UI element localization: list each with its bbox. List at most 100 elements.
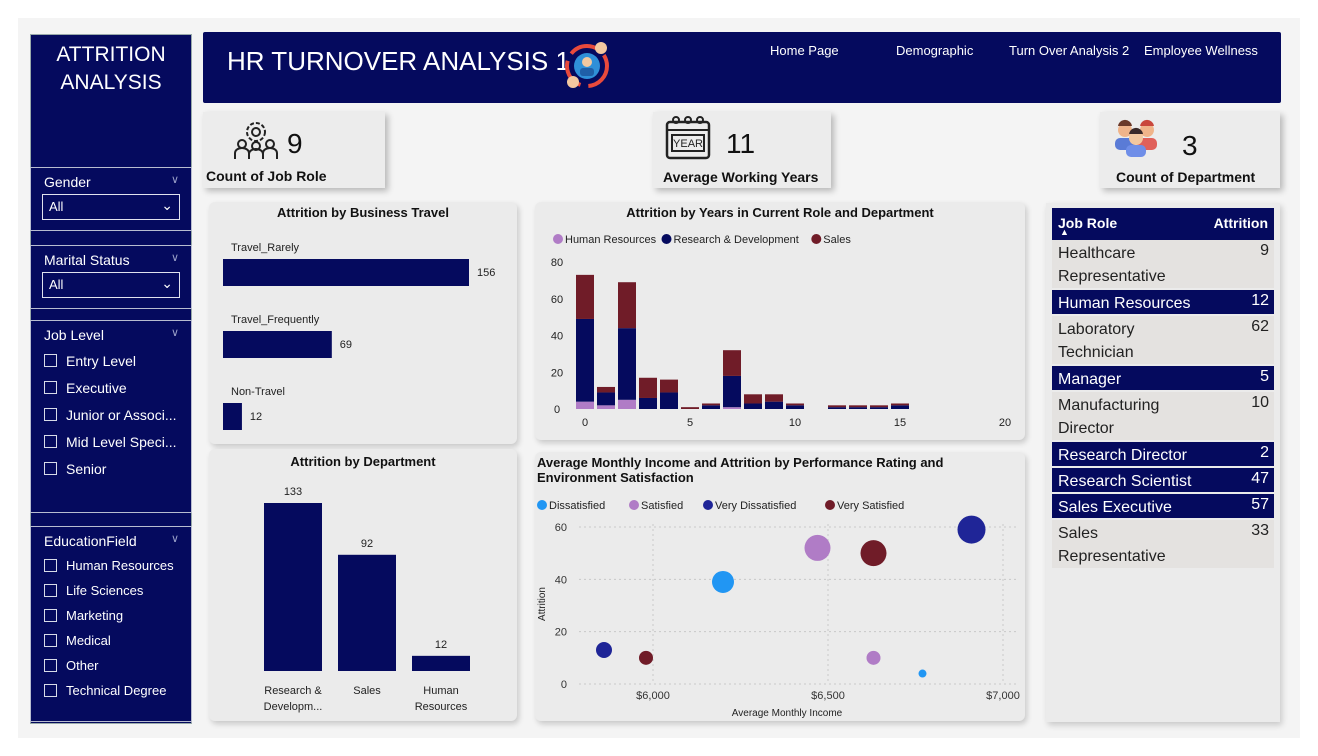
legend-label: Sales — [823, 234, 851, 246]
checkbox[interactable] — [44, 659, 57, 672]
education-option[interactable]: Human Resources — [31, 553, 191, 578]
job-level-option[interactable]: Entry Level — [31, 347, 191, 374]
bar-category-label: Travel_Frequently — [231, 314, 320, 326]
legend-marker — [553, 234, 563, 244]
table-row[interactable]: Research Director 2 — [1052, 442, 1274, 466]
chevron-down-icon: ⌄ — [161, 275, 173, 291]
option-label: Entry Level — [66, 352, 137, 369]
marital-status-dropdown[interactable]: All ⌄ — [42, 272, 180, 298]
legend-marker — [629, 500, 639, 510]
bar-data-label: 156 — [477, 267, 495, 279]
bar-segment — [744, 394, 762, 404]
table-row[interactable]: Human Resources 12 — [1052, 290, 1274, 314]
y-tick-label: 60 — [555, 522, 567, 534]
gender-slicer: Gender ∨ All ⌄ — [30, 167, 192, 231]
department-chart: Attrition by Department 133 Research & Dev… — [209, 449, 517, 721]
education-option[interactable]: Life Sciences — [31, 578, 191, 603]
kpi-department-label: Count of Department — [1116, 169, 1256, 185]
gender-dropdown[interactable]: All ⌄ — [42, 194, 180, 220]
checkbox[interactable] — [44, 435, 57, 448]
chevron-down-icon[interactable]: ∨ — [171, 173, 179, 186]
education-option[interactable]: Technical Degree — [31, 678, 191, 703]
table-row[interactable]: Sales Executive 57 — [1052, 494, 1274, 518]
chevron-down-icon[interactable]: ∨ — [171, 532, 179, 545]
checkbox[interactable] — [44, 381, 57, 394]
attrition-cell: 12 — [1251, 292, 1269, 309]
chevron-down-icon[interactable]: ∨ — [171, 251, 179, 264]
checkbox[interactable] — [44, 559, 57, 572]
kpi-working-years-value: 11 — [726, 128, 756, 159]
attrition-cell: 33 — [1251, 522, 1269, 539]
checkbox[interactable] — [44, 462, 57, 475]
bar — [223, 331, 332, 358]
checkbox[interactable] — [44, 634, 57, 647]
job-role-name-line2: Representative — [1058, 548, 1166, 565]
table-row[interactable]: Manufacturing Director 10 — [1052, 392, 1274, 440]
bar-data-label: 69 — [340, 339, 352, 351]
table-row[interactable]: Manager 5 — [1052, 366, 1274, 390]
header-bar: HR TURNOVER ANALYSIS 1 Home Page Demogra… — [203, 32, 1281, 103]
years-in-role-chart: Attrition by Years in Current Role and D… — [535, 202, 1025, 440]
scatter-point — [712, 570, 734, 593]
x-tick-label: Sales — [353, 685, 381, 697]
bar-segment — [849, 405, 867, 408]
legend-label: Satisfied — [641, 500, 683, 512]
nav-employee-wellness[interactable]: Employee Wellness — [1144, 43, 1258, 58]
job-level-option[interactable]: Executive — [31, 374, 191, 401]
bar-segment — [723, 375, 741, 408]
legend-label: Dissatisfied — [549, 500, 605, 512]
kpi-working-years-label: Average Working Years — [663, 169, 819, 185]
bar-data-label: 92 — [361, 538, 373, 550]
checkbox[interactable] — [44, 584, 57, 597]
education-option[interactable]: Medical — [31, 628, 191, 653]
job-level-option[interactable]: Mid Level Speci... — [31, 428, 191, 455]
x-tick-label: 15 — [894, 417, 906, 429]
legend-label: Very Satisfied — [837, 500, 904, 512]
kpi-card-department: 3 Count of Department — [1100, 112, 1280, 188]
calendar-icon-text: YEAR — [673, 138, 703, 150]
education-option[interactable]: Other — [31, 653, 191, 678]
bar-category-label: Travel_Rarely — [231, 242, 300, 254]
x-tick-label: $6,000 — [636, 690, 670, 702]
kpi-card-job-role: 9 Count of Job Role — [203, 112, 385, 188]
table-header: Job Role ▲ Attrition — [1052, 208, 1274, 240]
education-field-label: EducationField — [44, 533, 137, 549]
job-role-name-line1: Human Resources — [1058, 295, 1191, 312]
bar-data-label: 12 — [250, 411, 262, 423]
table-row[interactable]: Laboratory Technician 62 — [1052, 316, 1274, 364]
department-plot: 133 Research & Developm... 92 Sales 12 Human Re… — [264, 486, 470, 713]
nav-turnover-analysis-2[interactable]: Turn Over Analysis 2 — [1009, 43, 1129, 58]
column-header-attrition[interactable]: Attrition — [1214, 215, 1268, 231]
job-level-option[interactable]: Junior or Associ... — [31, 401, 191, 428]
checkbox[interactable] — [44, 354, 57, 367]
checkbox[interactable] — [44, 408, 57, 421]
checkbox[interactable] — [44, 609, 57, 622]
table-row[interactable]: Research Scientist 47 — [1052, 468, 1274, 492]
checkbox[interactable] — [44, 684, 57, 697]
y-tick-label: 0 — [561, 679, 567, 691]
nav-demographic[interactable]: Demographic — [896, 43, 973, 58]
bar-segment — [639, 397, 657, 409]
attrition-cell: 57 — [1251, 496, 1269, 513]
x-tick-label: 10 — [789, 417, 801, 429]
income-scatter-plot: Dissatisfied Satisfied Very Dissatisfied Ve… — [537, 500, 1020, 719]
bar-segment — [849, 407, 867, 409]
attrition-cell: 10 — [1251, 394, 1269, 411]
kpi-card-working-years: YEAR 11 Average Working Years — [653, 112, 831, 188]
job-role-name-line1: Laboratory — [1058, 321, 1135, 338]
job-level-option[interactable]: Senior — [31, 455, 191, 482]
y-tick-label: 40 — [551, 331, 563, 343]
chevron-down-icon[interactable]: ∨ — [171, 326, 179, 339]
sort-ascending-icon[interactable]: ▲ — [1060, 227, 1069, 237]
legend-label: Research & Development — [674, 234, 799, 246]
education-option[interactable]: Marketing — [31, 603, 191, 628]
job-role-name-line1: Sales — [1058, 525, 1099, 542]
bar-segment — [765, 394, 783, 402]
table-row[interactable]: Healthcare Representative 9 — [1052, 240, 1274, 288]
x-tick-label: Human — [423, 685, 458, 697]
nav-home-page[interactable]: Home Page — [770, 43, 839, 58]
table-row[interactable]: Sales Representative 33 — [1052, 520, 1274, 568]
sidebar-title-line1: ATTRITION — [56, 43, 166, 66]
job-role-cell: Manager — [1058, 368, 1121, 391]
sidebar-title-line2: ANALYSIS — [60, 71, 162, 94]
